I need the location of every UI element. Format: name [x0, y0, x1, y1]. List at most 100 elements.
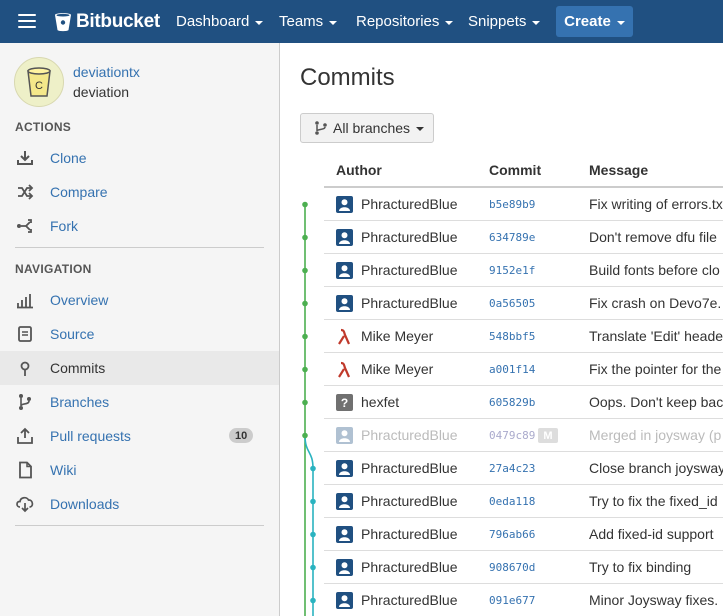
chevron-down-icon	[445, 20, 454, 25]
merge-tag: M	[538, 428, 558, 443]
commit-hash-link[interactable]: 0a56505	[489, 297, 535, 310]
lambda-avatar-icon	[336, 361, 353, 378]
commit-hash-link[interactable]: a001f14	[489, 363, 535, 376]
commit-author: PhracturedBlue	[361, 460, 458, 476]
column-header-commit: Commit	[489, 162, 542, 178]
unknown-user-icon: ?	[336, 394, 353, 411]
cup-icon: C	[27, 67, 51, 97]
commit-message-link[interactable]: Fix crash on Devo7e.	[589, 295, 721, 311]
branch-icon	[15, 392, 35, 412]
commit-hash-link[interactable]: 908670d	[489, 561, 535, 574]
page-title: Commits	[300, 64, 395, 91]
commit-message-link[interactable]: Merged in joysway (p	[589, 427, 721, 443]
navigation-section-title: NAVIGATION	[15, 262, 92, 276]
commit-message-link[interactable]: Don't remove dfu file	[589, 229, 717, 245]
menu-icon[interactable]	[18, 14, 36, 28]
commit-hash-link[interactable]: 0479c89	[489, 429, 535, 442]
commit-message-link[interactable]: Oops. Don't keep bac	[589, 394, 723, 410]
commit-message-link[interactable]: Build fonts before clo	[589, 262, 720, 278]
commit-hash-link[interactable]: b5e89b9	[489, 198, 535, 211]
commit-author: PhracturedBlue	[361, 427, 458, 443]
sidebar-item-compare[interactable]: Compare	[0, 175, 279, 209]
commit-hash-link[interactable]: 605829b	[489, 396, 535, 409]
graph-commit-node	[302, 333, 308, 340]
sidebar-item-label: Overview	[50, 292, 109, 308]
commit-hash-link[interactable]: 796ab66	[489, 528, 535, 541]
user-avatar-icon	[336, 559, 353, 576]
table-row: Mike Meyer a001f14 Fix the pointer for the	[324, 353, 723, 386]
user-avatar-icon	[336, 526, 353, 543]
commit-message-link[interactable]: Try to fix binding	[589, 559, 691, 575]
sidebar-item-source[interactable]: Source	[0, 317, 279, 351]
sidebar-divider	[15, 525, 264, 526]
repo-owner-link[interactable]: deviationtx	[73, 64, 140, 80]
table-row: Mike Meyer 548bbf5 Translate 'Edit' heade	[324, 320, 723, 353]
sidebar-item-pull-requests[interactable]: Pull requests 10	[0, 419, 279, 453]
commit-hash-link[interactable]: 0eda118	[489, 495, 535, 508]
table-row: PhracturedBlue 091e677 Minor Joysway fixes…	[324, 584, 723, 616]
commit-message-link[interactable]: Fix the pointer for the	[589, 361, 721, 377]
commit-hash-link[interactable]: 634789e	[489, 231, 535, 244]
commit-hash-link[interactable]: 091e677	[489, 594, 535, 607]
nav-teams[interactable]: Teams	[279, 0, 338, 43]
sidebar-item-branches[interactable]: Branches	[0, 385, 279, 419]
sidebar-item-wiki[interactable]: Wiki	[0, 453, 279, 487]
sidebar-item-label: Wiki	[50, 462, 77, 478]
svg-text:?: ?	[341, 396, 348, 410]
commit-icon	[15, 358, 35, 378]
table-row: PhracturedBlue 27a4c23 Close branch joyswa…	[324, 452, 723, 485]
commit-message-link[interactable]: Try to fix the fixed_id	[589, 493, 718, 509]
nav-dashboard[interactable]: Dashboard	[176, 0, 264, 43]
commit-message-link[interactable]: Fix writing of errors.txt	[589, 196, 723, 212]
graph-commit-node	[302, 234, 308, 241]
commit-message-link[interactable]: Translate 'Edit' heade	[589, 328, 723, 344]
commit-message-link[interactable]: Close branch joysway	[589, 460, 723, 476]
graph-commit-node	[310, 498, 316, 505]
compare-icon	[15, 182, 35, 202]
graph-commit-node	[310, 465, 316, 472]
graph-commit-node	[302, 300, 308, 307]
nav-repositories[interactable]: Repositories	[356, 0, 454, 43]
sidebar-item-fork[interactable]: Fork	[0, 209, 279, 243]
user-avatar-icon	[336, 196, 353, 213]
repo-avatar[interactable]: C	[14, 57, 64, 107]
wiki-icon	[15, 460, 35, 480]
table-row: PhracturedBlue 908670d Try to fix binding	[324, 551, 723, 584]
bitbucket-logo[interactable]: Bitbucket	[54, 9, 160, 35]
table-row: PhracturedBlue 796ab66 Add fixed-id suppor…	[324, 518, 723, 551]
nav-dashboard-label: Dashboard	[176, 13, 250, 30]
table-row: PhracturedBlue 634789e Don't remove dfu fi…	[324, 221, 723, 254]
chevron-down-icon	[616, 20, 625, 25]
nav-snippets[interactable]: Snippets	[468, 0, 541, 43]
chevron-down-icon	[329, 20, 338, 25]
commit-author: PhracturedBlue	[361, 526, 458, 542]
user-avatar-icon	[336, 460, 353, 477]
sidebar-item-downloads[interactable]: Downloads	[0, 487, 279, 521]
table-row: PhracturedBlue b5e89b9 Fix writing of erro…	[324, 188, 723, 221]
commit-hash-link[interactable]: 27a4c23	[489, 462, 535, 475]
chevron-down-icon	[255, 20, 264, 25]
sidebar-item-label: Pull requests	[50, 428, 131, 444]
commit-author: Mike Meyer	[361, 361, 434, 377]
commit-graph	[302, 201, 316, 616]
commit-hash-link[interactable]: 548bbf5	[489, 330, 535, 343]
branch-filter-dropdown[interactable]: All branches	[300, 113, 434, 143]
branch-filter-label: All branches	[333, 120, 411, 136]
sidebar-item-overview[interactable]: Overview	[0, 283, 279, 317]
chevron-down-icon	[532, 20, 541, 25]
source-icon	[15, 324, 35, 344]
commit-message-link[interactable]: Minor Joysway fixes.	[589, 592, 718, 608]
nav-teams-label: Teams	[279, 13, 324, 30]
commit-hash-link[interactable]: 9152e1f	[489, 264, 535, 277]
user-avatar-icon	[336, 229, 353, 246]
sidebar-item-commits[interactable]: Commits	[0, 351, 279, 385]
cloud-download-icon	[15, 494, 35, 514]
table-row: PhracturedBlue 0479c89 M Merged in joysway …	[324, 419, 723, 452]
bar-chart-icon	[15, 290, 35, 310]
commit-message-link[interactable]: Add fixed-id support	[589, 526, 714, 542]
nav-snippets-label: Snippets	[468, 13, 527, 30]
nav-repositories-label: Repositories	[356, 13, 440, 30]
create-button[interactable]: Create	[556, 6, 633, 37]
user-avatar-icon	[336, 427, 353, 444]
sidebar-item-clone[interactable]: Clone	[0, 141, 279, 175]
